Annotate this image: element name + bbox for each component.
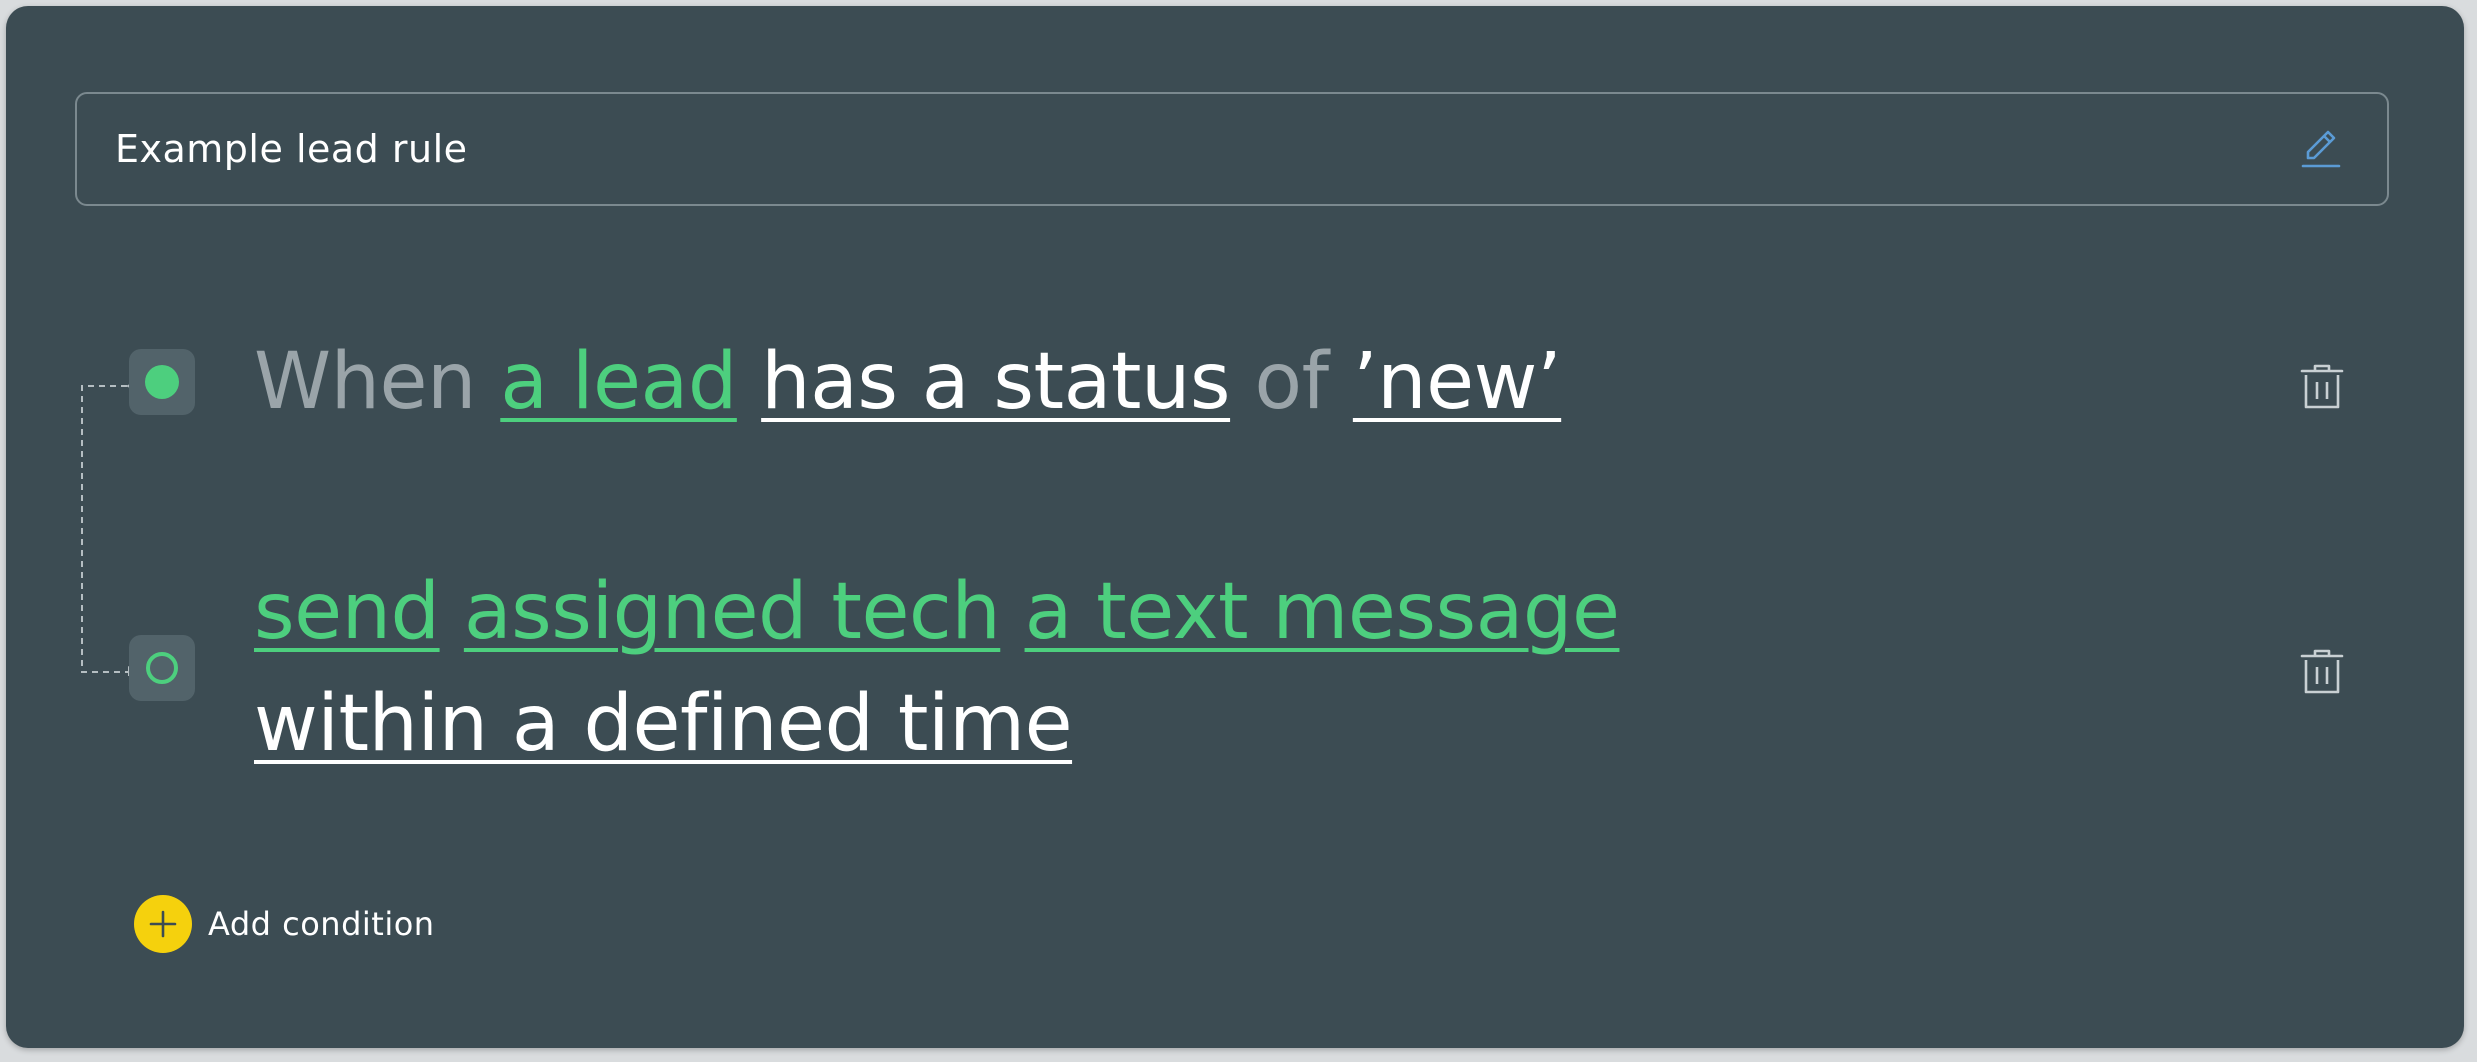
rule-title-box: Example lead rule <box>75 92 2389 206</box>
trash-icon <box>2300 364 2344 409</box>
condition-status-dot <box>145 365 179 399</box>
action-sentence-line1: send assigned tech a text message <box>254 556 1620 668</box>
add-condition-label: Add condition <box>208 905 435 943</box>
condition-sentence: When a lead has a status of ’new’ <box>254 326 1562 438</box>
action-node[interactable] <box>129 635 195 701</box>
edit-title-button[interactable] <box>2295 124 2345 174</box>
add-condition-button[interactable]: Add condition <box>134 894 435 954</box>
add-circle <box>134 895 192 953</box>
condition-node[interactable] <box>129 349 195 415</box>
delete-condition-button[interactable] <box>2296 361 2348 413</box>
rule-connector <box>81 380 139 676</box>
pencil-icon <box>2301 130 2341 168</box>
trash-icon <box>2300 649 2344 694</box>
rule-card: Example lead rule When a lead has a stat… <box>6 6 2464 1048</box>
action-sentence-line2: within a defined time <box>254 668 1073 780</box>
condition-predicate-link[interactable]: has a status <box>761 337 1230 427</box>
word-when: When <box>254 337 476 427</box>
word-of: of <box>1254 337 1329 427</box>
action-verb-link[interactable]: send <box>254 567 440 657</box>
action-timing-link[interactable]: within a defined time <box>254 679 1073 769</box>
plus-icon <box>149 910 177 938</box>
action-target-link[interactable]: assigned tech <box>464 567 1001 657</box>
rule-title: Example lead rule <box>115 127 468 171</box>
condition-value-link[interactable]: ’new’ <box>1353 337 1562 427</box>
action-message-link[interactable]: a text message <box>1025 567 1620 657</box>
condition-subject-link[interactable]: a lead <box>500 337 737 427</box>
action-status-ring <box>146 652 178 684</box>
delete-action-button[interactable] <box>2296 646 2348 698</box>
